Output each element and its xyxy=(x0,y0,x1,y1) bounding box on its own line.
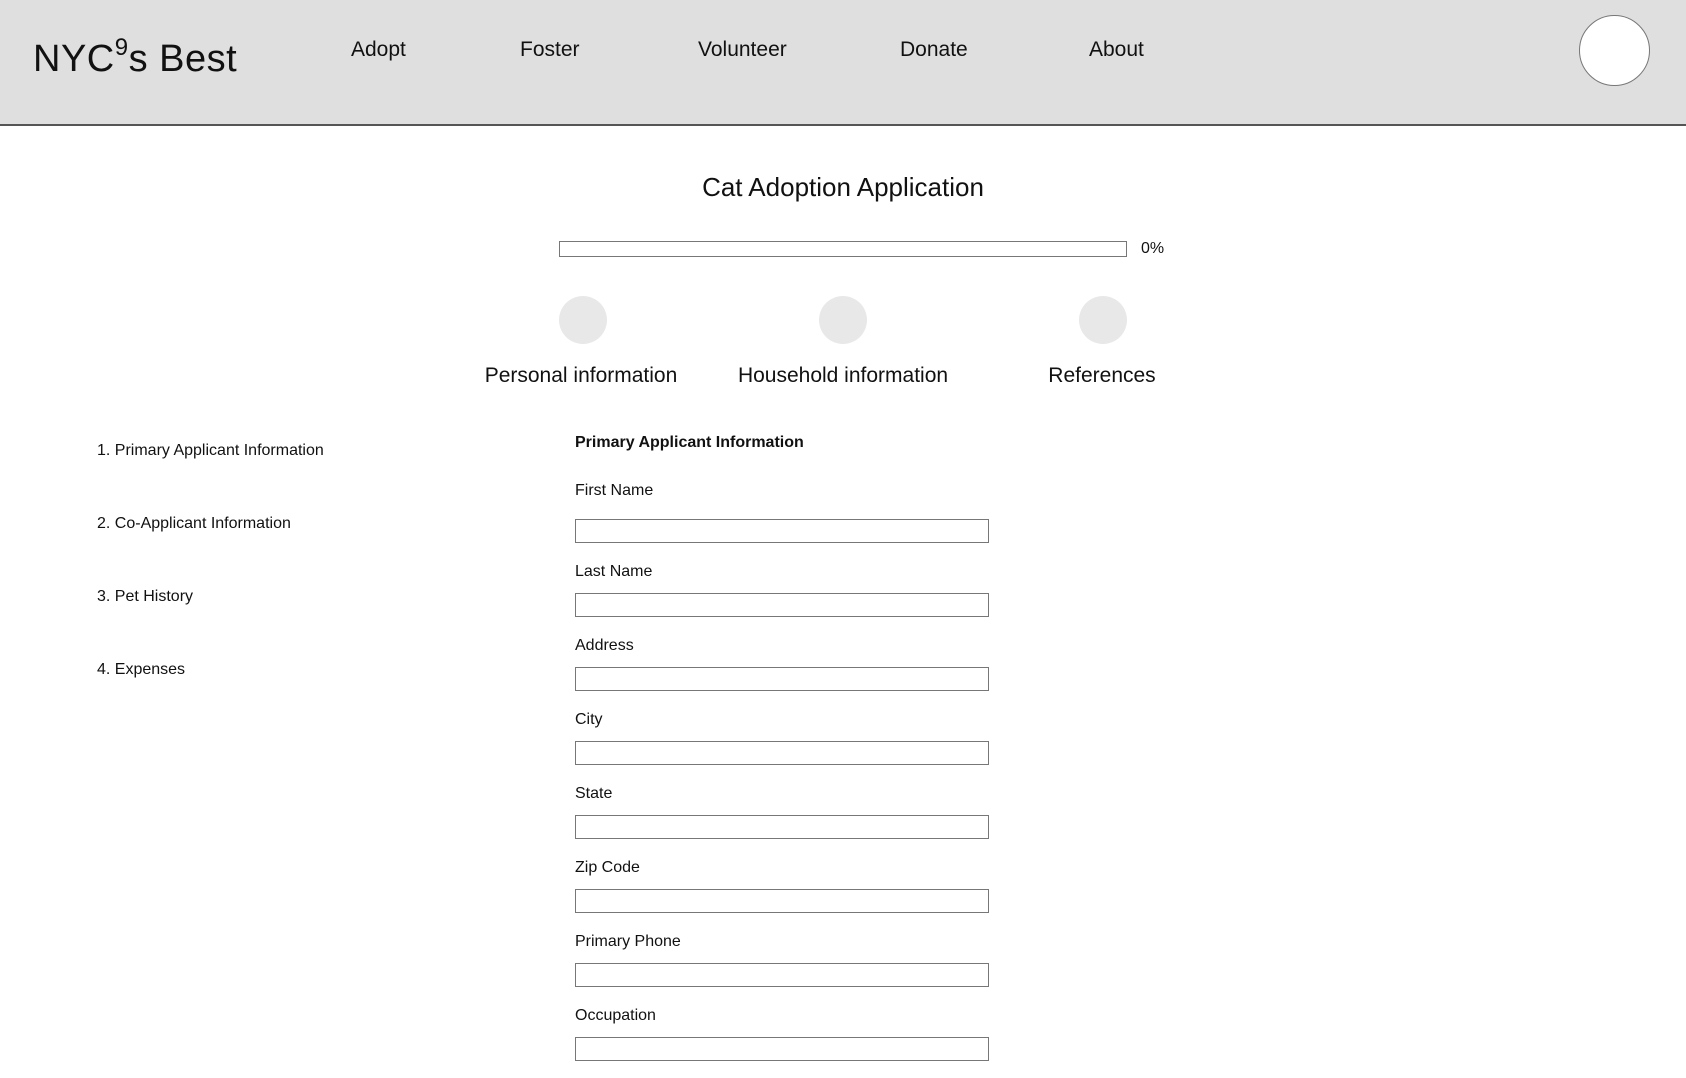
section-link-co-applicant[interactable]: 2. Co-Applicant Information xyxy=(97,515,291,533)
page-title: Cat Adoption Application xyxy=(702,172,984,202)
form-heading: Primary Applicant Information xyxy=(575,434,804,451)
user-avatar[interactable] xyxy=(1579,15,1650,86)
site-logo[interactable]: NYC9s Best xyxy=(33,34,237,81)
nav-donate[interactable]: Donate xyxy=(900,38,968,62)
city-label: City xyxy=(575,711,603,728)
step-label-references[interactable]: References xyxy=(972,364,1232,388)
section-link-pet-history[interactable]: 3. Pet History xyxy=(97,588,193,606)
occupation-label: Occupation xyxy=(575,1007,656,1024)
step-indicator-personal[interactable] xyxy=(559,296,607,344)
last-name-label: Last Name xyxy=(575,563,653,580)
address-field[interactable] xyxy=(575,667,989,691)
address-label: Address xyxy=(575,637,634,654)
logo-apostrophe: 9 xyxy=(114,34,129,61)
site-header: NYC9s Best Adopt Foster Volunteer Donate… xyxy=(0,0,1686,126)
step-indicator-references[interactable] xyxy=(1079,296,1127,344)
section-link-expenses[interactable]: 4. Expenses xyxy=(97,661,185,679)
step-label-household[interactable]: Household information xyxy=(713,364,973,388)
zip-code-label: Zip Code xyxy=(575,859,640,876)
first-name-field[interactable] xyxy=(575,519,989,543)
state-field[interactable] xyxy=(575,815,989,839)
last-name-field[interactable] xyxy=(575,593,989,617)
section-link-primary-applicant[interactable]: 1. Primary Applicant Information xyxy=(97,442,324,460)
primary-phone-field[interactable] xyxy=(575,963,989,987)
step-label-personal[interactable]: Personal information xyxy=(451,364,711,388)
occupation-field[interactable] xyxy=(575,1037,989,1061)
state-label: State xyxy=(575,785,613,802)
nav-about[interactable]: About xyxy=(1089,38,1144,62)
primary-phone-label: Primary Phone xyxy=(575,933,681,950)
progress-percent: 0% xyxy=(1141,240,1165,257)
logo-suffix: s Best xyxy=(128,38,238,80)
zip-code-field[interactable] xyxy=(575,889,989,913)
nav-foster[interactable]: Foster xyxy=(520,38,580,62)
nav-volunteer[interactable]: Volunteer xyxy=(698,38,787,62)
progress-bar xyxy=(559,241,1127,257)
logo-text: NYC xyxy=(33,38,115,80)
step-indicator-household[interactable] xyxy=(819,296,867,344)
first-name-label: First Name xyxy=(575,482,654,499)
nav-adopt[interactable]: Adopt xyxy=(351,38,406,62)
city-field[interactable] xyxy=(575,741,989,765)
